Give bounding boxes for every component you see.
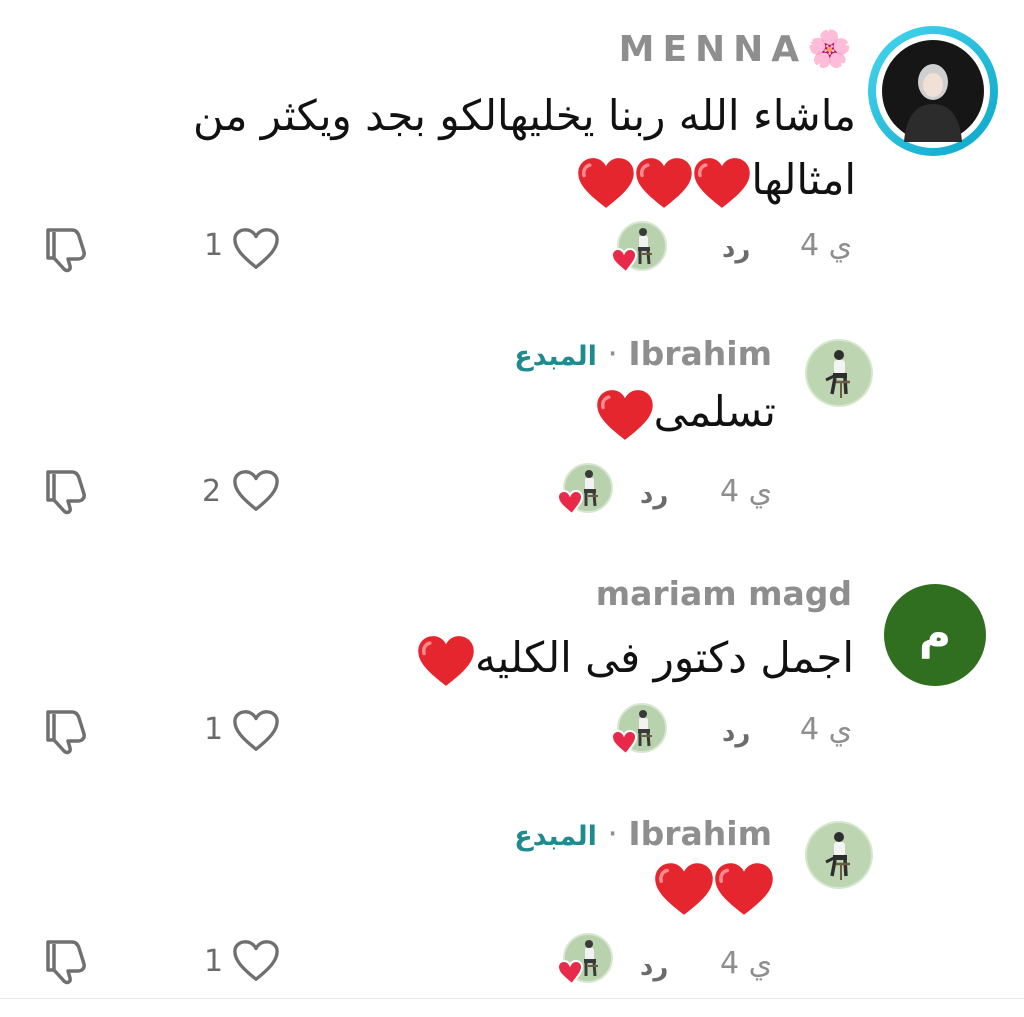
avatar-menna[interactable] bbox=[868, 26, 998, 156]
avatar-ibrahim[interactable] bbox=[804, 820, 874, 890]
heart-icon bbox=[635, 157, 693, 209]
creator-liked-badge bbox=[558, 932, 614, 988]
comment-text-content: اجمل دكتور فى الكليه bbox=[475, 633, 854, 682]
heart-icon bbox=[693, 157, 751, 209]
heart-outline-icon[interactable] bbox=[232, 226, 280, 272]
username-ibrahim[interactable]: Ibrahim bbox=[628, 334, 772, 373]
dislike-icon[interactable] bbox=[40, 936, 90, 986]
comment-text-content: تسلمى bbox=[653, 387, 776, 436]
heart-icon bbox=[417, 635, 475, 687]
dislike-icon[interactable] bbox=[40, 224, 90, 274]
bottom-divider bbox=[0, 998, 1024, 999]
flower-icon: 🌸 bbox=[807, 29, 852, 70]
reply-button[interactable]: رد bbox=[722, 234, 750, 264]
comment-time: 4 ي bbox=[720, 946, 773, 981]
heart-outline-icon[interactable] bbox=[232, 708, 280, 754]
avatar-mariam[interactable]: م bbox=[884, 584, 986, 686]
reply-button[interactable]: رد bbox=[640, 952, 668, 982]
reply-button[interactable]: رد bbox=[722, 718, 750, 748]
heart-icon bbox=[654, 862, 714, 916]
comment-time: 4 ي bbox=[720, 474, 773, 509]
like-count: 1 bbox=[204, 712, 224, 747]
creator-badge: المبدع bbox=[514, 821, 597, 852]
separator-dot: · bbox=[607, 814, 618, 853]
username-mariam[interactable]: mariam magd bbox=[596, 574, 852, 613]
comment-text bbox=[654, 862, 774, 916]
avatar-ibrahim[interactable] bbox=[804, 338, 874, 408]
like-count: 1 bbox=[204, 228, 224, 263]
dislike-icon[interactable] bbox=[40, 706, 90, 756]
creator-liked-badge bbox=[558, 462, 614, 518]
like-count: 1 bbox=[204, 944, 224, 979]
comment-text-line2: امثالها bbox=[751, 155, 856, 204]
comment-text: اجمل دكتور فى الكليه bbox=[417, 626, 854, 690]
heart-icon bbox=[596, 389, 654, 441]
username-ibrahim[interactable]: Ibrahim bbox=[628, 814, 772, 853]
comment-time: 4 ي bbox=[800, 228, 853, 263]
comment-time: 4 ي bbox=[800, 712, 853, 747]
heart-icon bbox=[714, 862, 774, 916]
reply-button[interactable]: رد bbox=[640, 480, 668, 510]
avatar-letter: م bbox=[918, 608, 952, 659]
creator-badge: المبدع bbox=[514, 341, 597, 372]
comment-text: تسلمى bbox=[596, 380, 776, 444]
comment-text-line1: ماشاء الله ربنا يخليهالكو بجد ويكثر من bbox=[192, 91, 856, 140]
like-count: 2 bbox=[202, 474, 222, 509]
creator-liked-badge bbox=[612, 220, 668, 276]
separator-dot: · bbox=[607, 334, 618, 373]
profile-photo-icon bbox=[882, 40, 984, 142]
heart-outline-icon[interactable] bbox=[232, 468, 280, 514]
comment-text: ماشاء الله ربنا يخليهالكو بجد ويكثر من ا… bbox=[156, 84, 856, 212]
heart-icon bbox=[577, 157, 635, 209]
creator-liked-badge bbox=[612, 702, 668, 758]
heart-outline-icon[interactable] bbox=[232, 938, 280, 984]
dislike-icon[interactable] bbox=[40, 466, 90, 516]
username-menna[interactable]: MENNA bbox=[619, 29, 808, 70]
